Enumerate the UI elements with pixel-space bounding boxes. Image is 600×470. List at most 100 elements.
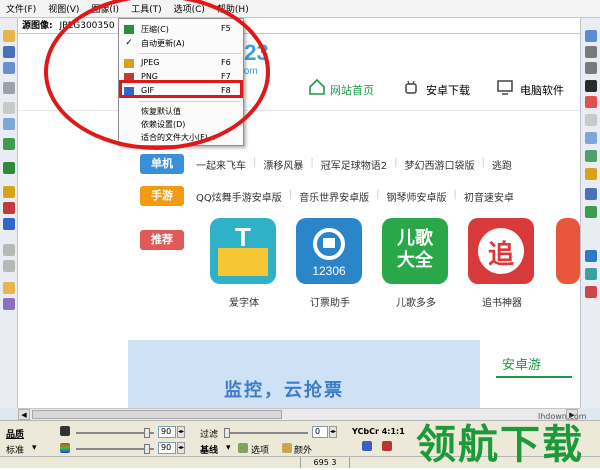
baseline-dropdown[interactable]: 基线 xyxy=(200,443,218,456)
annotation-oval xyxy=(44,0,270,150)
link-row-single: 一起来飞车 | 漂移风暴 | 冠军足球物语2 | 梦幻西游口袋版 | 逃跑 xyxy=(196,157,519,172)
app-icon-partial[interactable] xyxy=(556,218,580,284)
standard-slider[interactable] xyxy=(76,444,154,454)
app-name[interactable]: 订票助手 xyxy=(290,294,370,309)
save-icon[interactable] xyxy=(3,46,15,58)
slider-knob[interactable] xyxy=(144,428,150,438)
app-icon-zhuishu[interactable]: 追 xyxy=(468,218,534,284)
app-name[interactable]: 爱字体 xyxy=(204,294,284,309)
standard-spin[interactable]: ◂▸ xyxy=(177,442,185,454)
category-recommend[interactable]: 推荐 xyxy=(140,230,184,250)
slider-knob[interactable] xyxy=(224,428,230,438)
app-name[interactable]: 儿歌多多 xyxy=(376,294,456,309)
png-icon[interactable] xyxy=(3,202,15,214)
nav-android[interactable]: 安卓下载 xyxy=(426,82,470,98)
grayscale-icon[interactable] xyxy=(60,426,70,436)
link[interactable]: 一起来飞车 xyxy=(196,157,246,172)
histogram-icon[interactable] xyxy=(585,80,597,92)
drop-icon[interactable] xyxy=(585,250,597,262)
link[interactable]: 音乐世界安卓版 xyxy=(299,189,369,204)
link[interactable]: 初音速安卓 xyxy=(464,189,514,204)
hand2-icon[interactable] xyxy=(585,114,597,126)
menu-file[interactable]: 文件(F) xyxy=(0,2,42,15)
banner-text: 监控，云抢票 xyxy=(224,380,344,401)
link[interactable]: 逃跑 xyxy=(492,157,512,172)
divider: | xyxy=(253,157,257,168)
side-title[interactable]: 安卓游 xyxy=(502,354,541,373)
quality-slider[interactable] xyxy=(76,428,154,438)
nav-pc[interactable]: 电脑软件 xyxy=(520,82,564,98)
arrow-left-icon[interactable] xyxy=(3,244,15,256)
print-icon[interactable] xyxy=(3,82,15,94)
link[interactable]: QQ炫舞手游安卓版 xyxy=(196,189,282,204)
gif-icon[interactable] xyxy=(3,218,15,230)
arrow-right-icon[interactable] xyxy=(3,260,15,272)
category-mobile[interactable]: 手游 xyxy=(140,186,184,206)
slider-knob[interactable] xyxy=(144,444,150,454)
split-icon[interactable] xyxy=(585,206,597,218)
grid-icon[interactable] xyxy=(585,46,597,58)
computer-icon xyxy=(497,80,513,95)
quality-spin[interactable]: ◂▸ xyxy=(177,426,185,438)
layers-icon[interactable] xyxy=(585,150,597,162)
quality-value[interactable]: 90 xyxy=(158,426,176,438)
quality-label: 品质 xyxy=(6,430,25,440)
standard-value[interactable]: 90 xyxy=(158,442,176,454)
color-icon[interactable] xyxy=(585,96,597,108)
fit-icon[interactable] xyxy=(585,30,597,42)
promo-banner[interactable]: 监控，云抢票 xyxy=(128,340,480,408)
watermark-url: lhdown.com xyxy=(538,412,587,421)
dropdown-arrow-icon[interactable]: ▾ xyxy=(32,443,37,453)
compare-icon[interactable] xyxy=(585,168,597,180)
chroma-icon-2[interactable] xyxy=(382,441,392,451)
scroll-thumb[interactable] xyxy=(32,410,282,419)
transparent-button[interactable]: 颜外 xyxy=(294,443,312,456)
android-icon xyxy=(405,80,417,94)
app-name[interactable]: 追书神器 xyxy=(462,294,542,309)
divider: | xyxy=(310,157,314,168)
menu-view[interactable]: 视图(V) xyxy=(42,2,85,15)
chroma-icon-1[interactable] xyxy=(362,441,372,451)
image-icon[interactable] xyxy=(3,138,15,150)
colorbar-icon[interactable] xyxy=(60,443,70,453)
nav-home[interactable]: 网站首页 xyxy=(330,82,374,98)
standard-label[interactable]: 标准 xyxy=(6,443,24,456)
left-toolbar xyxy=(0,18,18,408)
app-icon-font-glyph: T xyxy=(235,222,251,252)
zoom-icon[interactable] xyxy=(3,118,15,130)
palette-icon[interactable] xyxy=(585,268,597,280)
app-icon-12306[interactable]: 12306 xyxy=(296,218,362,284)
transparent-icon[interactable] xyxy=(282,443,292,453)
app-window: 文件(F) 视图(V) 图像(I) 工具(T) 选项(C) 帮助(H) 源图像:… xyxy=(0,0,600,468)
ycbcr-label[interactable]: YCbCr 4:1:1 xyxy=(352,427,405,436)
link[interactable]: 梦幻西游口袋版 xyxy=(405,157,475,172)
link-row-mobile: QQ炫舞手游安卓版 | 音乐世界安卓版 | 钢琴师安卓版 | 初音速安卓 xyxy=(196,189,521,204)
save-as-icon[interactable] xyxy=(3,62,15,74)
folder-icon[interactable] xyxy=(3,282,15,294)
link[interactable]: 钢琴师安卓版 xyxy=(387,189,447,204)
zoom2-icon[interactable] xyxy=(585,132,597,144)
options-button[interactable]: 选项 xyxy=(251,443,269,456)
grid2-icon[interactable] xyxy=(585,62,597,74)
link[interactable]: 漂移风暴 xyxy=(263,157,303,172)
baseline-arrow-icon[interactable]: ▾ xyxy=(226,443,231,453)
app-icon-erge[interactable]: 儿歌 大全 xyxy=(382,218,448,284)
view-icon[interactable] xyxy=(585,188,597,200)
category-single[interactable]: 单机 xyxy=(140,154,184,174)
filter-value[interactable]: 0 xyxy=(312,426,328,438)
scroll-left-icon[interactable]: ◀ xyxy=(18,409,30,420)
settings-icon[interactable] xyxy=(3,298,15,310)
options-icon[interactable] xyxy=(238,443,248,453)
compress-icon[interactable] xyxy=(3,162,15,174)
open-icon[interactable] xyxy=(3,30,15,42)
divider: | xyxy=(288,189,293,200)
divider: | xyxy=(376,189,380,200)
jpeg-icon[interactable] xyxy=(3,186,15,198)
link[interactable]: 冠军足球物语2 xyxy=(321,157,387,172)
app-icon-zhuishu-glyph: 追 xyxy=(487,240,514,270)
hand-icon[interactable] xyxy=(3,102,15,114)
filter-slider[interactable] xyxy=(224,428,308,438)
filter-spin[interactable]: ◂▸ xyxy=(329,426,337,438)
app-icon-font[interactable]: T xyxy=(210,218,276,284)
fill-icon[interactable] xyxy=(585,286,597,298)
